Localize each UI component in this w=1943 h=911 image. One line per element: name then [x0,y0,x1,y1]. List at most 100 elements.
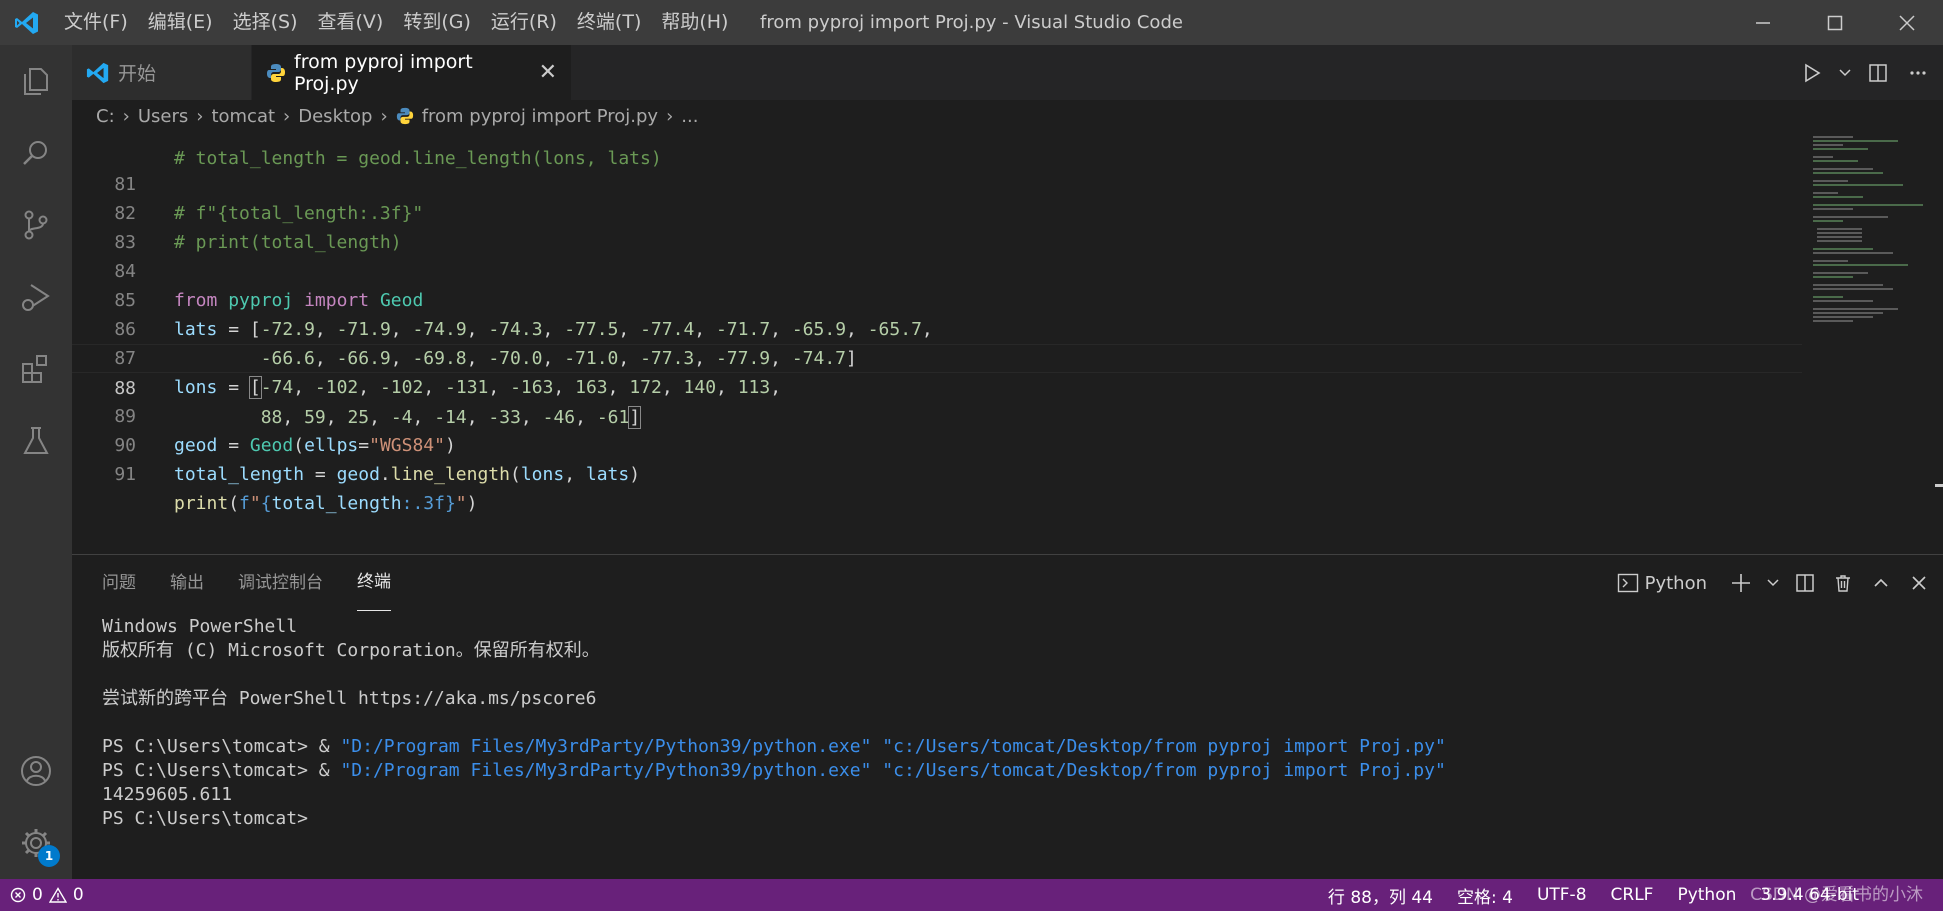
window-controls [1727,0,1943,45]
breadcrumb-file[interactable]: from pyproj import Proj.py [396,106,658,127]
terminal-prompt: PS C:\Users\tomcat> [102,760,319,781]
close-panel-button[interactable] [1905,568,1933,598]
breadcrumb-item[interactable]: Users [138,106,188,127]
tab-welcome[interactable]: 开始 [72,45,252,100]
chevron-right-icon: › [196,105,204,127]
terminal-output-value: 14259605.611 [102,784,233,805]
encoding[interactable]: UTF-8 [1537,885,1587,905]
code-text: total_length = geod.line_length(lons, la… [174,464,641,485]
close-icon [1899,14,1915,31]
editor-actions [1797,45,1933,100]
explorer-button[interactable] [0,45,72,117]
settings-badge: 1 [38,845,60,867]
code-editor[interactable]: # total_length = geod.line_length(lons, … [72,132,1943,554]
breadcrumb-item[interactable]: tomcat [211,106,275,127]
extensions-icon [22,355,47,383]
code-line: 91 print(f"{total_length:.3f}") [72,431,1802,514]
warning-count: 0 [72,885,84,905]
tab-debug-console[interactable]: 调试控制台 [238,555,323,611]
run-dropdown-button[interactable] [1837,58,1853,88]
maximize-icon [1827,15,1843,30]
code-line: 87 lons = [-74, -102, -102, -131, -163, … [72,315,1802,399]
chevron-right-icon: › [122,105,130,127]
tab-output[interactable]: 输出 [170,555,204,611]
menu-go[interactable]: 转到(G) [393,0,481,45]
language-mode[interactable]: Python [1677,885,1736,905]
split-terminal-button[interactable] [1791,568,1819,598]
accounts-button[interactable] [0,735,72,807]
menu-file[interactable]: 文件(F) [54,0,138,45]
chevron-right-icon: › [380,105,388,127]
status-bar: 0 0 行 88，列 44 空格: 4 UTF-8 CRLF Python 3.… [0,879,1943,911]
terminal-line: 版权所有 (C) Microsoft Corporation。保留所有权利。 [102,640,600,661]
run-debug-button[interactable] [0,261,72,333]
maximize-panel-button[interactable] [1867,568,1895,598]
tab-terminal[interactable]: 终端 [357,555,391,611]
split-editor-icon [1869,63,1887,82]
python-file-icon [396,107,413,125]
error-icon [10,887,26,903]
search-icon [23,141,47,165]
search-button[interactable] [0,117,72,189]
testing-button[interactable] [0,405,72,477]
breadcrumb-item[interactable]: C: [96,106,115,127]
terminal-final-prompt: PS C:\Users\tomcat> [102,808,308,829]
terminal-output[interactable]: Windows PowerShell 版权所有 (C) Microsoft Co… [102,615,1446,831]
code-line-current: 88 88, 59, 25, -4, -14, -33, -46, -61] [72,344,1802,429]
terminal-prompt: PS C:\Users\tomcat> [102,736,319,757]
menu-edit[interactable]: 编辑(E) [138,0,223,45]
close-tab-icon[interactable]: ✕ [539,60,557,85]
code-line: 86 -66.6, -66.9, -69.8, -70.0, -71.0, -7… [72,286,1802,369]
extensions-button[interactable] [0,333,72,405]
more-actions-button[interactable] [1903,58,1933,88]
close-window-button[interactable] [1871,0,1943,45]
terminal-selector[interactable]: Python [1617,572,1707,594]
menu-help[interactable]: 帮助(H) [651,0,738,45]
kill-terminal-button[interactable] [1829,568,1857,598]
new-terminal-button[interactable] [1727,568,1755,598]
terminal-command-line: PS C:\Users\tomcat> & "D:/Program Files/… [102,735,1446,759]
terminal-amp: & [318,760,341,781]
menu-view[interactable]: 查看(V) [308,0,394,45]
play-icon [1805,63,1821,82]
source-control-icon [24,210,48,240]
chevron-down-icon [1839,68,1851,76]
vscode-tab-icon [86,61,110,85]
terminal-dropdown-button[interactable] [1765,568,1781,598]
trash-icon [1836,575,1850,592]
code-line: 84 from pyproj import Geod [72,228,1802,311]
minimize-button[interactable] [1727,0,1799,45]
run-python-file-button[interactable] [1797,58,1827,88]
indentation[interactable]: 空格: 4 [1457,883,1513,908]
menu-terminal[interactable]: 终端(T) [567,0,651,45]
breadcrumb-symbols[interactable]: ... [681,106,698,127]
tab-label: from pyproj import Proj.py [294,50,473,95]
split-editor-button[interactable] [1863,58,1893,88]
code-line: 90 total_length = geod.line_length(lons,… [72,402,1802,485]
warning-icon [48,887,67,903]
code-line: 81 # f"{total_length:.3f}" [72,141,1802,224]
terminal-line: 尝试新的跨平台 PowerShell https://aka.ms/pscore… [102,688,597,709]
terminal-script-path: "c:/Users/tomcat/Desktop/from pyproj imp… [882,760,1446,781]
minimap[interactable] [1803,132,1943,554]
cursor-position[interactable]: 行 88，列 44 [1328,883,1433,908]
tab-label: 开始 [118,63,157,85]
terminal-icon [1617,573,1638,593]
end-of-line[interactable]: CRLF [1611,885,1654,905]
maximize-button[interactable] [1799,0,1871,45]
close-icon [1912,576,1926,590]
status-problems[interactable]: 0 0 [0,885,84,905]
menu-run[interactable]: 运行(R) [481,0,567,45]
activity-bar-bottom: 1 [0,735,72,879]
chevron-right-icon: › [283,105,291,127]
tab-active-file[interactable]: from pyproj import Proj.py ✕ [252,45,572,100]
manage-button[interactable]: 1 [0,807,72,879]
plus-icon [1732,574,1750,592]
menu-selection[interactable]: 选择(S) [223,0,308,45]
source-control-button[interactable] [0,189,72,261]
chevron-down-icon [1767,579,1779,587]
tab-problems[interactable]: 问题 [102,555,136,611]
breadcrumb-file-label: from pyproj import Proj.py [421,105,659,127]
breadcrumb-item[interactable]: Desktop [298,106,372,127]
